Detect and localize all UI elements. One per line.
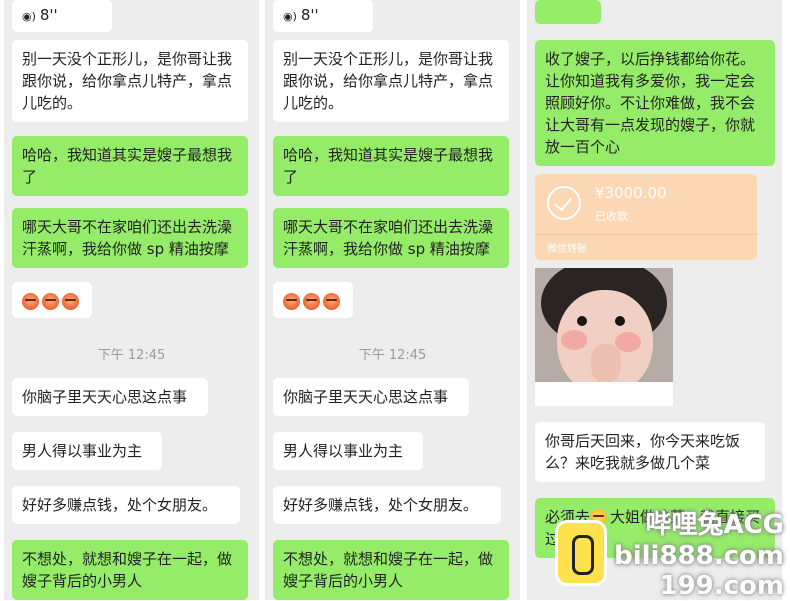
incoming-message: 好好多赚点钱，处个女朋友。 <box>273 486 501 524</box>
outgoing-message: 收了嫂子，以后挣钱都给你花。让你知道我有多爱你，我一定会照顾好你。不让你难做，我… <box>535 40 775 166</box>
incoming-message: 你哥后天回来，你今天来吃饭么？来吃我就多做几个菜 <box>535 422 765 482</box>
timestamp: 下午 12:45 <box>97 348 166 363</box>
sticker-image[interactable] <box>535 268 673 406</box>
incoming-message: 你脑子里天天心思这点事 <box>12 378 208 416</box>
voice-message[interactable]: ◉) 8'' <box>12 0 112 32</box>
voice-wave-icon: ◉) <box>283 10 297 23</box>
angry-face-icon <box>42 293 59 310</box>
emoji-message <box>273 282 353 318</box>
angry-face-icon <box>22 293 39 310</box>
outgoing-message-tail <box>535 0 601 24</box>
money-transfer-card[interactable]: ¥3000.00 已收款 微信转账 <box>535 174 757 260</box>
voice-wave-icon: ◉) <box>22 10 36 23</box>
outgoing-message: 哪天大哥不在家咱们还出去洗澡汗蒸啊，我给你做 sp 精油按摩 <box>273 208 509 268</box>
incoming-message: 你脑子里天天心思这点事 <box>273 378 469 416</box>
angry-face-icon <box>62 293 79 310</box>
outgoing-message: 不想处，就想和嫂子在一起，做嫂子背后的小男人 <box>12 540 248 600</box>
chat-panel-2: ◉) 8'' 别一天没个正形儿，是你哥让我跟你说，给你拿点儿特产，拿点儿吃的。 哈… <box>265 0 520 600</box>
incoming-message: 男人得以事业为主 <box>12 432 162 470</box>
angry-face-icon <box>303 293 320 310</box>
incoming-message: 男人得以事业为主 <box>273 432 423 470</box>
incoming-message: 别一天没个正形儿，是你哥让我跟你说，给你拿点儿特产，拿点儿吃的。 <box>12 40 248 122</box>
incoming-message: 好好多赚点钱，处个女朋友。 <box>12 486 240 524</box>
watermark-logo-icon <box>555 520 607 586</box>
outgoing-message: 哈哈，我知道其实是嫂子最想我了 <box>273 136 509 196</box>
outgoing-message: 不想处，就想和嫂子在一起，做嫂子背后的小男人 <box>273 540 509 600</box>
watermark: 哔哩兔ACG bili888.com 199.com <box>614 510 784 601</box>
angry-face-icon <box>323 293 340 310</box>
transfer-status: 已收款 <box>595 210 628 223</box>
timestamp: 下午 12:45 <box>358 348 427 363</box>
chat-panel-1: ◉) 8'' 别一天没个正形儿，是你哥让我跟你说，给你拿点儿特产，拿点儿吃的。 哈… <box>4 0 259 600</box>
transfer-label: 微信转账 <box>547 244 587 255</box>
emoji-message <box>12 282 92 318</box>
outgoing-message: 哈哈，我知道其实是嫂子最想我了 <box>12 136 248 196</box>
voice-message[interactable]: ◉) 8'' <box>273 0 373 32</box>
angry-face-icon <box>283 293 300 310</box>
check-circle-icon <box>547 186 581 220</box>
outgoing-message: 哪天大哥不在家咱们还出去洗澡汗蒸啊，我给你做 sp 精油按摩 <box>12 208 248 268</box>
divider <box>535 234 757 235</box>
incoming-message: 别一天没个正形儿，是你哥让我跟你说，给你拿点儿特产，拿点儿吃的。 <box>273 40 509 122</box>
transfer-amount: ¥3000.00 <box>595 184 667 202</box>
